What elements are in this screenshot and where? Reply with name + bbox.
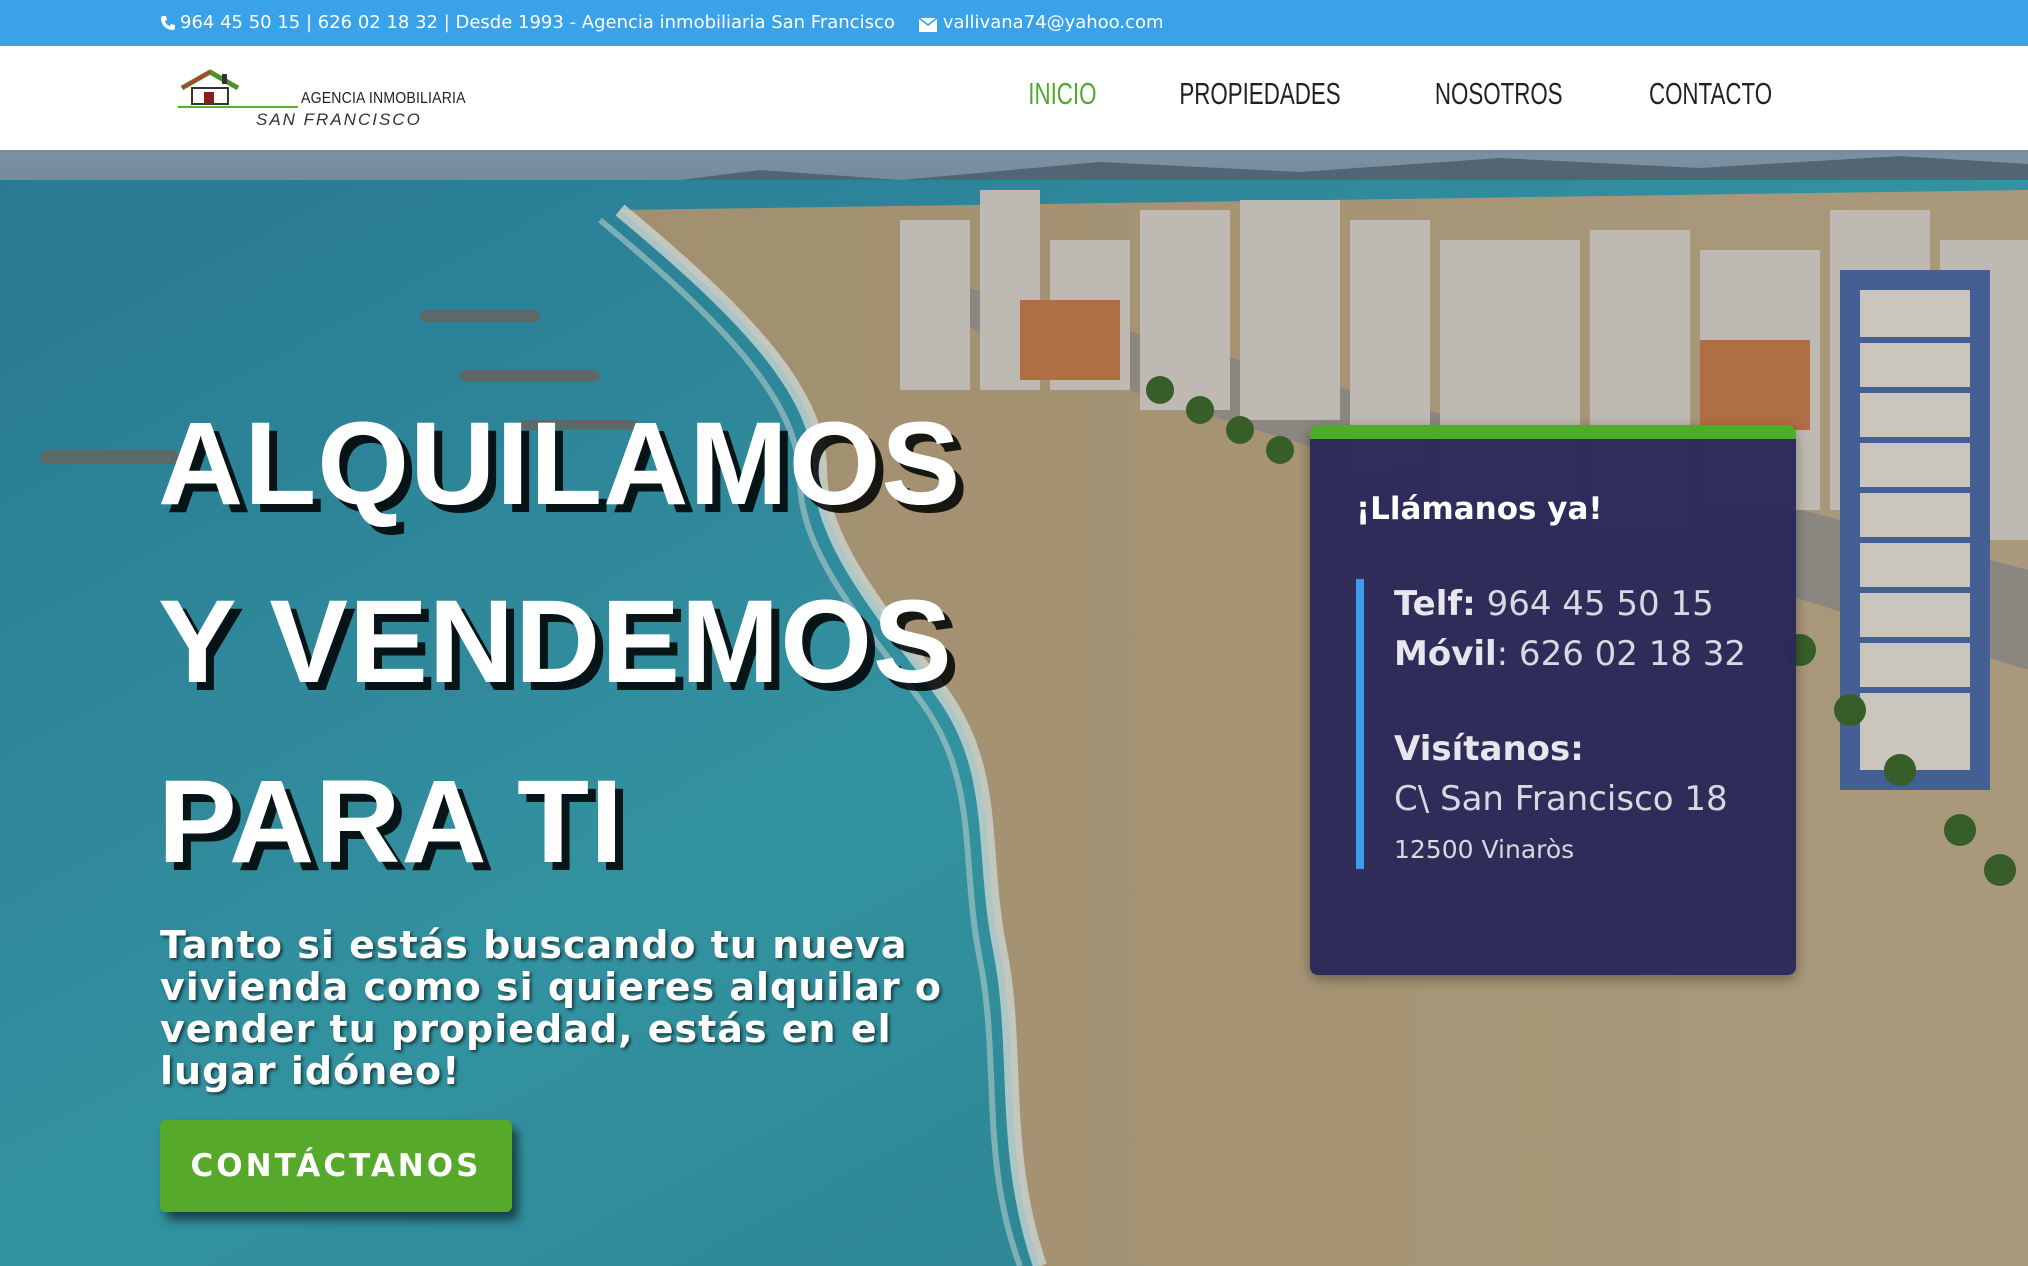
hero-headline-line-3: PARA TI: [158, 756, 624, 888]
contact-phones-text: 964 45 50 15 | 626 02 18 32 | Desde 1993…: [180, 12, 895, 33]
telf-label: Telf:: [1394, 584, 1476, 624]
card-accent-bar: [1356, 579, 1364, 869]
envelope-icon: [918, 16, 938, 32]
nav-item-propiedades[interactable]: PROPIEDADES: [1179, 76, 1340, 112]
phone-icon: [160, 15, 176, 31]
card-phone-line[interactable]: Telf: 964 45 50 15: [1394, 584, 1714, 624]
email-text: vallivana74@yahoo.com: [942, 12, 1164, 33]
card-visit-label: Visítanos:: [1394, 729, 1584, 769]
movil-label: Móvil: [1394, 634, 1497, 674]
card-city: 12500 Vinaròs: [1394, 835, 1575, 864]
nav-item-inicio[interactable]: INICIO: [1028, 76, 1096, 112]
email-link[interactable]: vallivana74@yahoo.com: [918, 12, 1164, 33]
agency-logo[interactable]: AGENCIA INMOBILIARIA SAN FRANCISCO: [178, 68, 466, 132]
hero-section: ALQUILAMOS Y VENDEMOS PARA TI Tanto si e…: [0, 150, 2028, 1266]
hero-headline-line-1: ALQUILAMOS: [158, 398, 962, 530]
movil-value: : 626 02 18 32: [1496, 634, 1747, 674]
card-address: C\ San Francisco 18: [1394, 779, 1728, 819]
logo-underline: [178, 106, 298, 108]
site-header: AGENCIA INMOBILIARIA SAN FRANCISCO INICI…: [0, 46, 2028, 150]
card-mobile-line[interactable]: Móvil: 626 02 18 32: [1394, 634, 1746, 674]
top-info-content: 964 45 50 15 | 626 02 18 32 | Desde 1993…: [160, 12, 1164, 33]
main-nav: INICIO PROPIEDADES NOSOTROS CONTACTO: [1015, 76, 1796, 112]
logo-text-agency: AGENCIA INMOBILIARIA: [301, 90, 466, 107]
nav-item-contacto[interactable]: CONTACTO: [1649, 76, 1772, 112]
top-info-bar: 964 45 50 15 | 626 02 18 32 | Desde 1993…: [0, 0, 2028, 46]
contact-card: ¡Llámanos ya! Telf: 964 45 50 15 Móvil: …: [1310, 425, 1796, 975]
card-title: ¡Llámanos ya!: [1356, 491, 1603, 527]
nav-item-nosotros[interactable]: NOSOTROS: [1434, 76, 1562, 112]
hero-subtitle: Tanto si estás buscando tu nueva viviend…: [160, 923, 943, 1093]
contact-cta-button[interactable]: CONTÁCTANOS: [160, 1120, 512, 1212]
logo-text-name: SAN FRANCISCO: [256, 110, 422, 129]
telf-value: 964 45 50 15: [1486, 584, 1714, 624]
hero-headline-line-2: Y VENDEMOS: [158, 576, 953, 708]
